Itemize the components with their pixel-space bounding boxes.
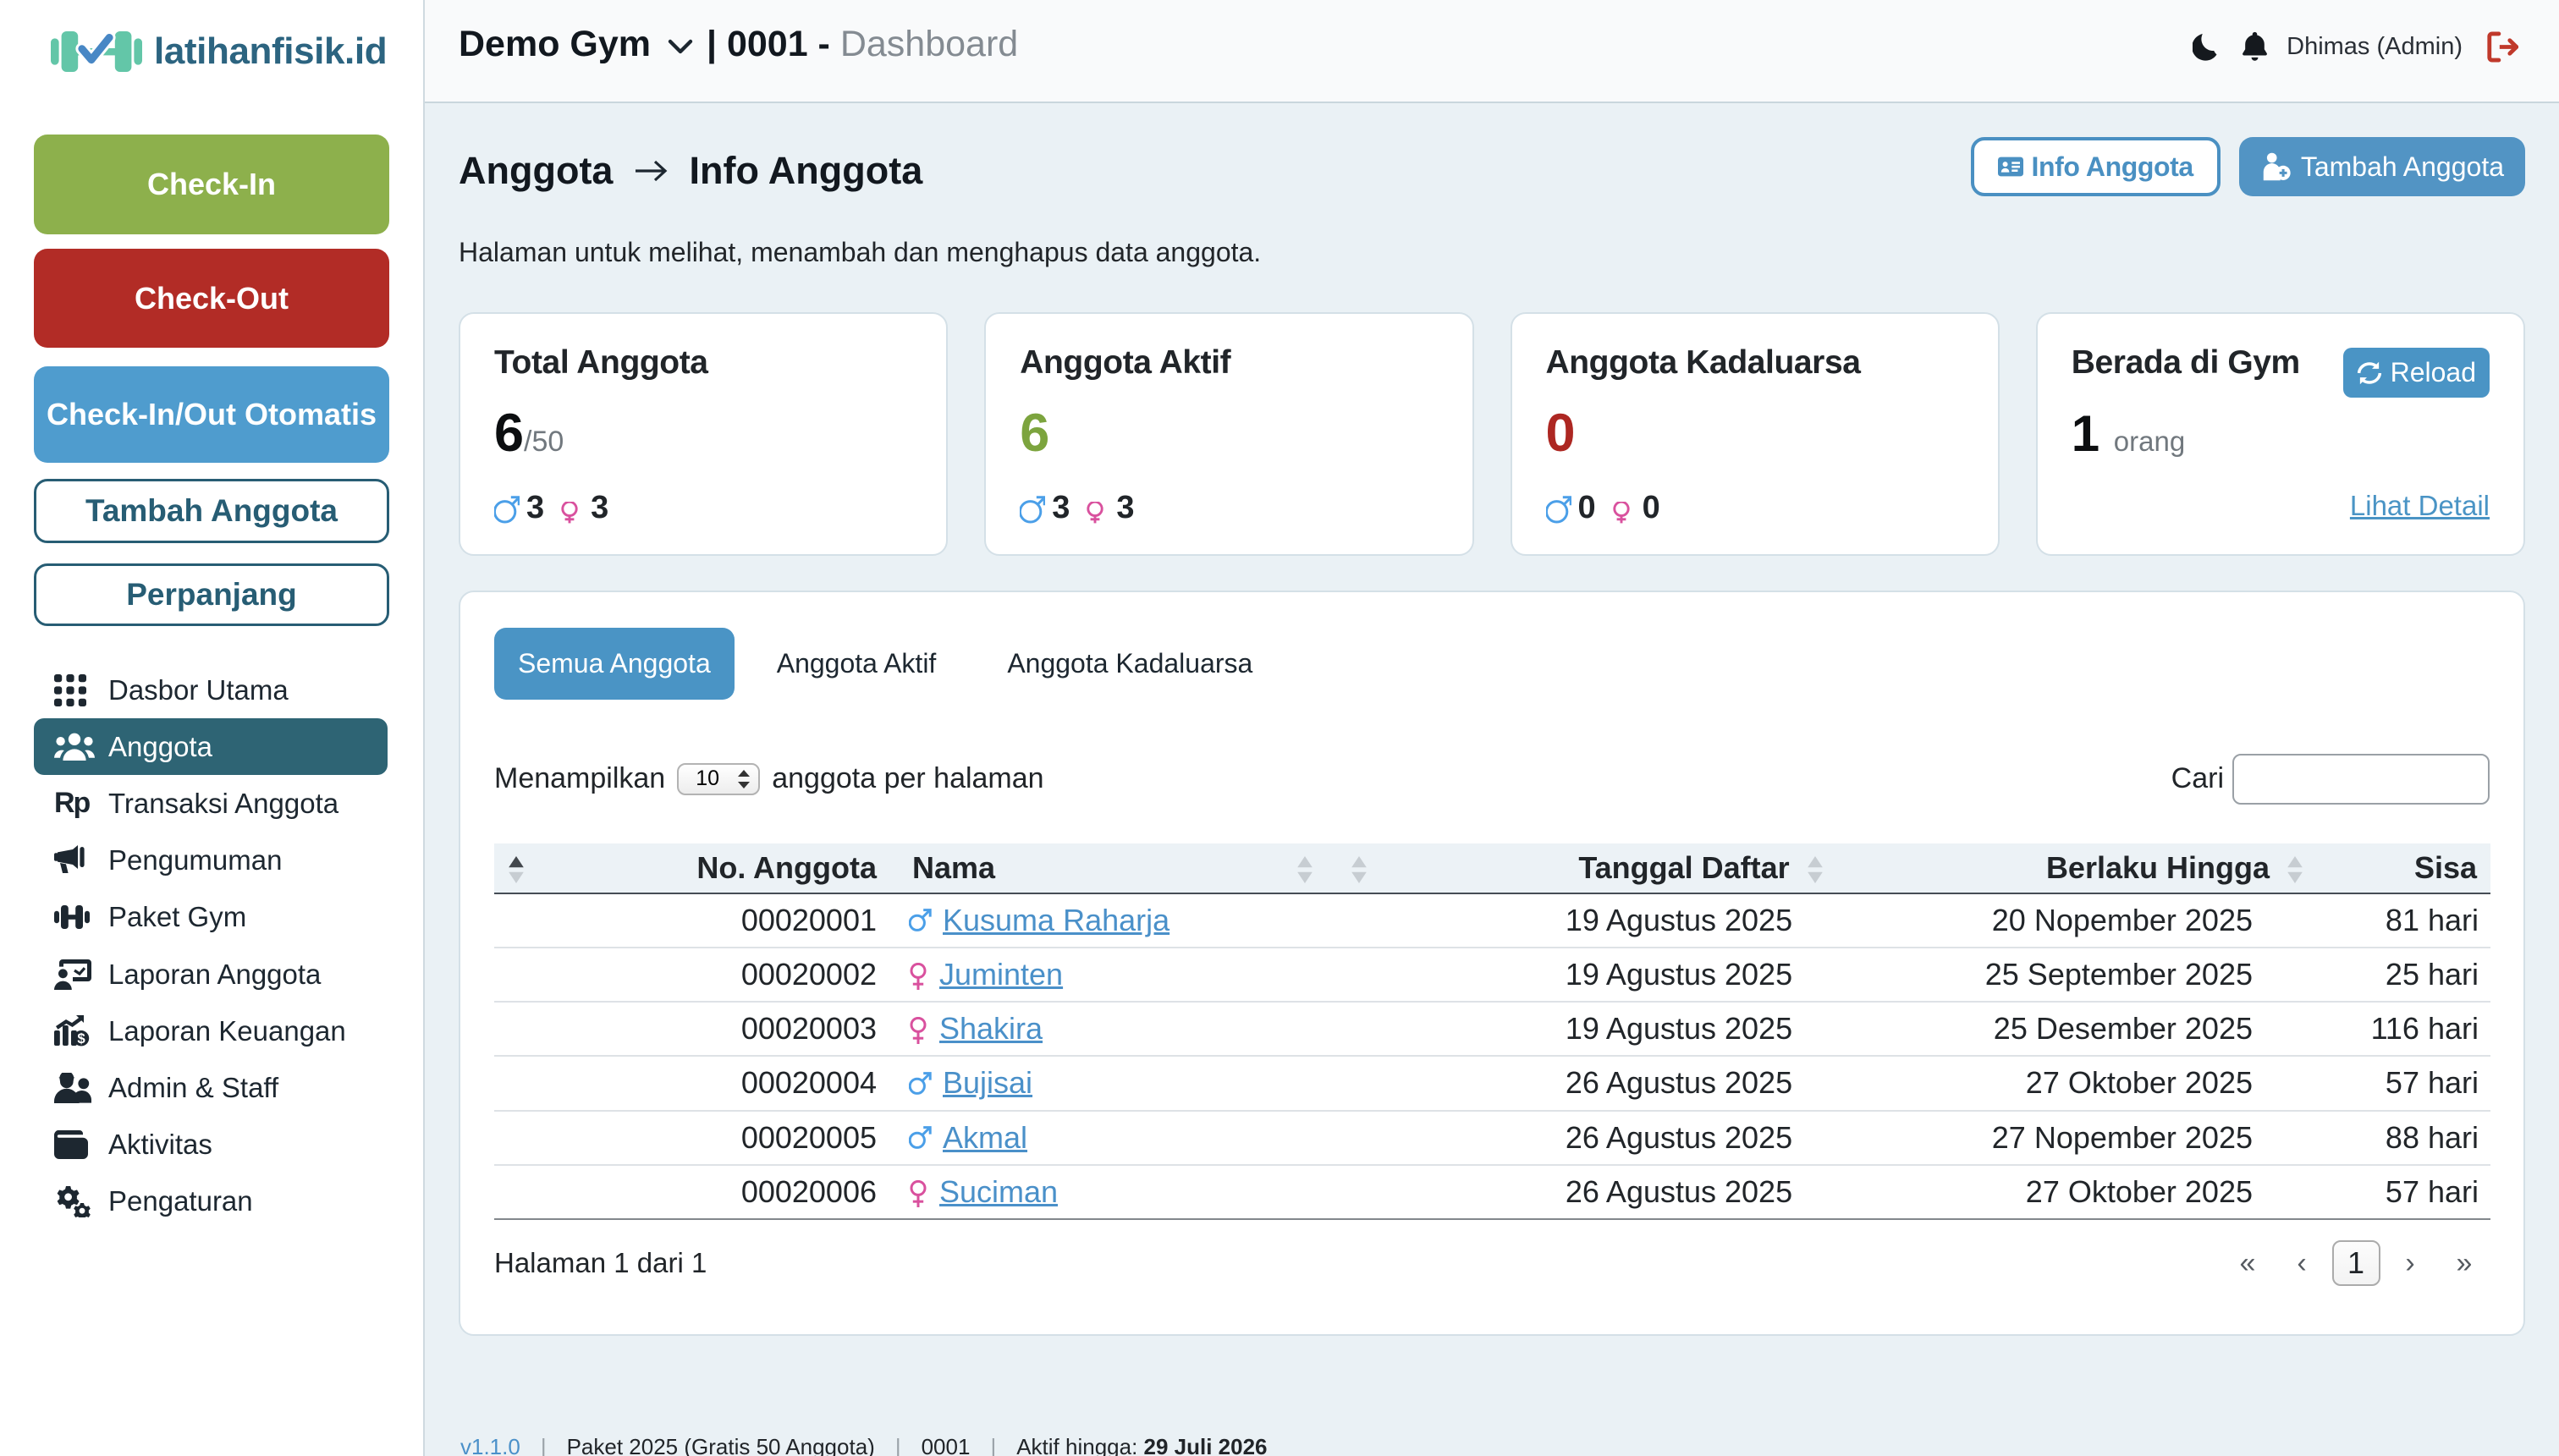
svg-text:$: $ [77,1030,85,1047]
